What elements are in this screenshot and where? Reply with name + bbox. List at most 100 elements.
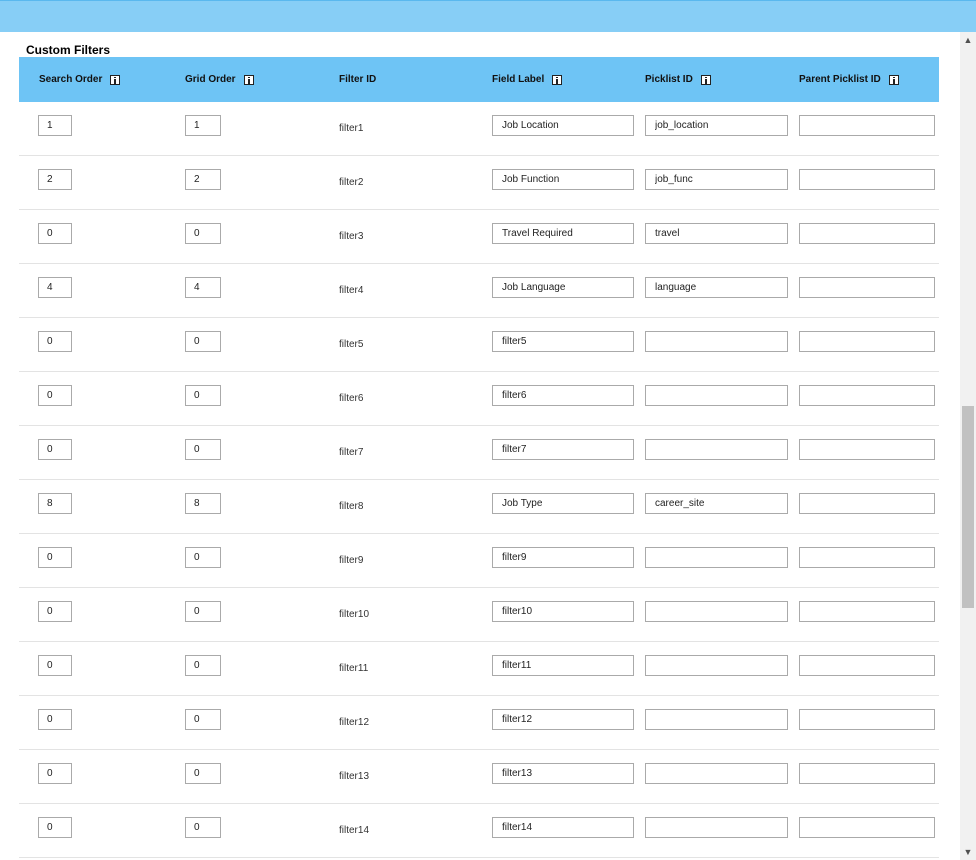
search-order-input[interactable] bbox=[38, 709, 72, 730]
field-label-input[interactable] bbox=[492, 655, 634, 676]
field-label-input[interactable] bbox=[492, 493, 634, 514]
picklist-id-input[interactable] bbox=[645, 493, 788, 514]
field-label-input[interactable] bbox=[492, 763, 634, 784]
search-order-input[interactable] bbox=[38, 601, 72, 622]
grid-order-input[interactable] bbox=[185, 385, 221, 406]
vertical-scrollbar[interactable]: ▲ ▼ bbox=[960, 32, 976, 860]
grid-order-input[interactable] bbox=[185, 439, 221, 460]
field-label-input[interactable] bbox=[492, 277, 634, 298]
picklist-id-input[interactable] bbox=[645, 601, 788, 622]
field-label-input[interactable] bbox=[492, 439, 634, 460]
picklist-id-input[interactable] bbox=[645, 331, 788, 352]
table-row: filter9 bbox=[19, 534, 939, 588]
parent-picklist-id-input[interactable] bbox=[799, 547, 935, 568]
header-picklist-id-label: Picklist ID bbox=[645, 74, 693, 85]
field-label-input[interactable] bbox=[492, 169, 634, 190]
filter-id-text: filter5 bbox=[339, 339, 364, 350]
scrollbar-thumb[interactable] bbox=[962, 406, 974, 608]
picklist-id-input[interactable] bbox=[645, 817, 788, 838]
table-row: filter5 bbox=[19, 318, 939, 372]
field-label-input[interactable] bbox=[492, 817, 634, 838]
parent-picklist-id-input[interactable] bbox=[799, 169, 935, 190]
grid-body: filter1 filter2 filter3 filter4 filter5 filte… bbox=[19, 102, 939, 858]
chevron-up-icon[interactable]: ▲ bbox=[960, 32, 976, 48]
search-order-input[interactable] bbox=[38, 439, 72, 460]
grid-order-input[interactable] bbox=[185, 763, 221, 784]
parent-picklist-id-input[interactable] bbox=[799, 385, 935, 406]
picklist-id-input[interactable] bbox=[645, 169, 788, 190]
picklist-id-input[interactable] bbox=[645, 385, 788, 406]
picklist-id-input[interactable] bbox=[645, 655, 788, 676]
search-order-input[interactable] bbox=[38, 547, 72, 568]
parent-picklist-id-input[interactable] bbox=[799, 763, 935, 784]
field-label-input[interactable] bbox=[492, 331, 634, 352]
parent-picklist-id-input[interactable] bbox=[799, 601, 935, 622]
search-order-input[interactable] bbox=[38, 277, 72, 298]
field-label-input[interactable] bbox=[492, 115, 634, 136]
parent-picklist-id-input[interactable] bbox=[799, 655, 935, 676]
parent-picklist-id-input[interactable] bbox=[799, 439, 935, 460]
grid-order-input[interactable] bbox=[185, 817, 221, 838]
picklist-id-input[interactable] bbox=[645, 763, 788, 784]
parent-picklist-id-input[interactable] bbox=[799, 223, 935, 244]
header-filter-id-label: Filter ID bbox=[339, 74, 377, 85]
grid-order-input[interactable] bbox=[185, 547, 221, 568]
grid-order-input[interactable] bbox=[185, 115, 221, 136]
info-icon[interactable] bbox=[700, 74, 711, 85]
search-order-input[interactable] bbox=[38, 223, 72, 244]
field-label-input[interactable] bbox=[492, 547, 634, 568]
header-search-order-label: Search Order bbox=[39, 74, 103, 85]
chevron-down-icon[interactable]: ▼ bbox=[960, 844, 976, 860]
grid-order-input[interactable] bbox=[185, 223, 221, 244]
info-icon[interactable] bbox=[888, 74, 899, 85]
field-label-input[interactable] bbox=[492, 709, 634, 730]
search-order-input[interactable] bbox=[38, 817, 72, 838]
grid-order-input[interactable] bbox=[185, 655, 221, 676]
parent-picklist-id-input[interactable] bbox=[799, 277, 935, 298]
grid-order-input[interactable] bbox=[185, 169, 221, 190]
parent-picklist-id-input[interactable] bbox=[799, 493, 935, 514]
parent-picklist-id-input[interactable] bbox=[799, 115, 935, 136]
picklist-id-input[interactable] bbox=[645, 115, 788, 136]
header-field-label: Field Label bbox=[492, 57, 563, 102]
picklist-id-input[interactable] bbox=[645, 709, 788, 730]
parent-picklist-id-input[interactable] bbox=[799, 817, 935, 838]
search-order-input[interactable] bbox=[38, 493, 72, 514]
picklist-id-input[interactable] bbox=[645, 277, 788, 298]
info-icon[interactable] bbox=[110, 74, 121, 85]
field-label-input[interactable] bbox=[492, 223, 634, 244]
search-order-input[interactable] bbox=[38, 763, 72, 784]
table-row: filter4 bbox=[19, 264, 939, 318]
table-row: filter7 bbox=[19, 426, 939, 480]
picklist-id-input[interactable] bbox=[645, 547, 788, 568]
info-icon[interactable] bbox=[243, 74, 254, 85]
table-row: filter8 bbox=[19, 480, 939, 534]
table-row: filter2 bbox=[19, 156, 939, 210]
table-row: filter6 bbox=[19, 372, 939, 426]
header-grid-order-label: Grid Order bbox=[185, 74, 236, 85]
grid-order-input[interactable] bbox=[185, 493, 221, 514]
table-row: filter12 bbox=[19, 696, 939, 750]
search-order-input[interactable] bbox=[38, 115, 72, 136]
grid-order-input[interactable] bbox=[185, 601, 221, 622]
search-order-input[interactable] bbox=[38, 169, 72, 190]
header-parent-picklist-id: Parent Picklist ID bbox=[799, 57, 899, 102]
parent-picklist-id-input[interactable] bbox=[799, 331, 935, 352]
table-row: filter10 bbox=[19, 588, 939, 642]
filter-id-text: filter1 bbox=[339, 123, 364, 134]
field-label-input[interactable] bbox=[492, 601, 634, 622]
header-picklist-id: Picklist ID bbox=[645, 57, 711, 102]
grid-order-input[interactable] bbox=[185, 331, 221, 352]
filter-id-text: filter12 bbox=[339, 717, 370, 728]
grid-order-input[interactable] bbox=[185, 709, 221, 730]
grid-order-input[interactable] bbox=[185, 277, 221, 298]
search-order-input[interactable] bbox=[38, 655, 72, 676]
filter-id-text: filter2 bbox=[339, 177, 364, 188]
field-label-input[interactable] bbox=[492, 385, 634, 406]
picklist-id-input[interactable] bbox=[645, 439, 788, 460]
picklist-id-input[interactable] bbox=[645, 223, 788, 244]
search-order-input[interactable] bbox=[38, 331, 72, 352]
parent-picklist-id-input[interactable] bbox=[799, 709, 935, 730]
info-icon[interactable] bbox=[552, 74, 563, 85]
search-order-input[interactable] bbox=[38, 385, 72, 406]
